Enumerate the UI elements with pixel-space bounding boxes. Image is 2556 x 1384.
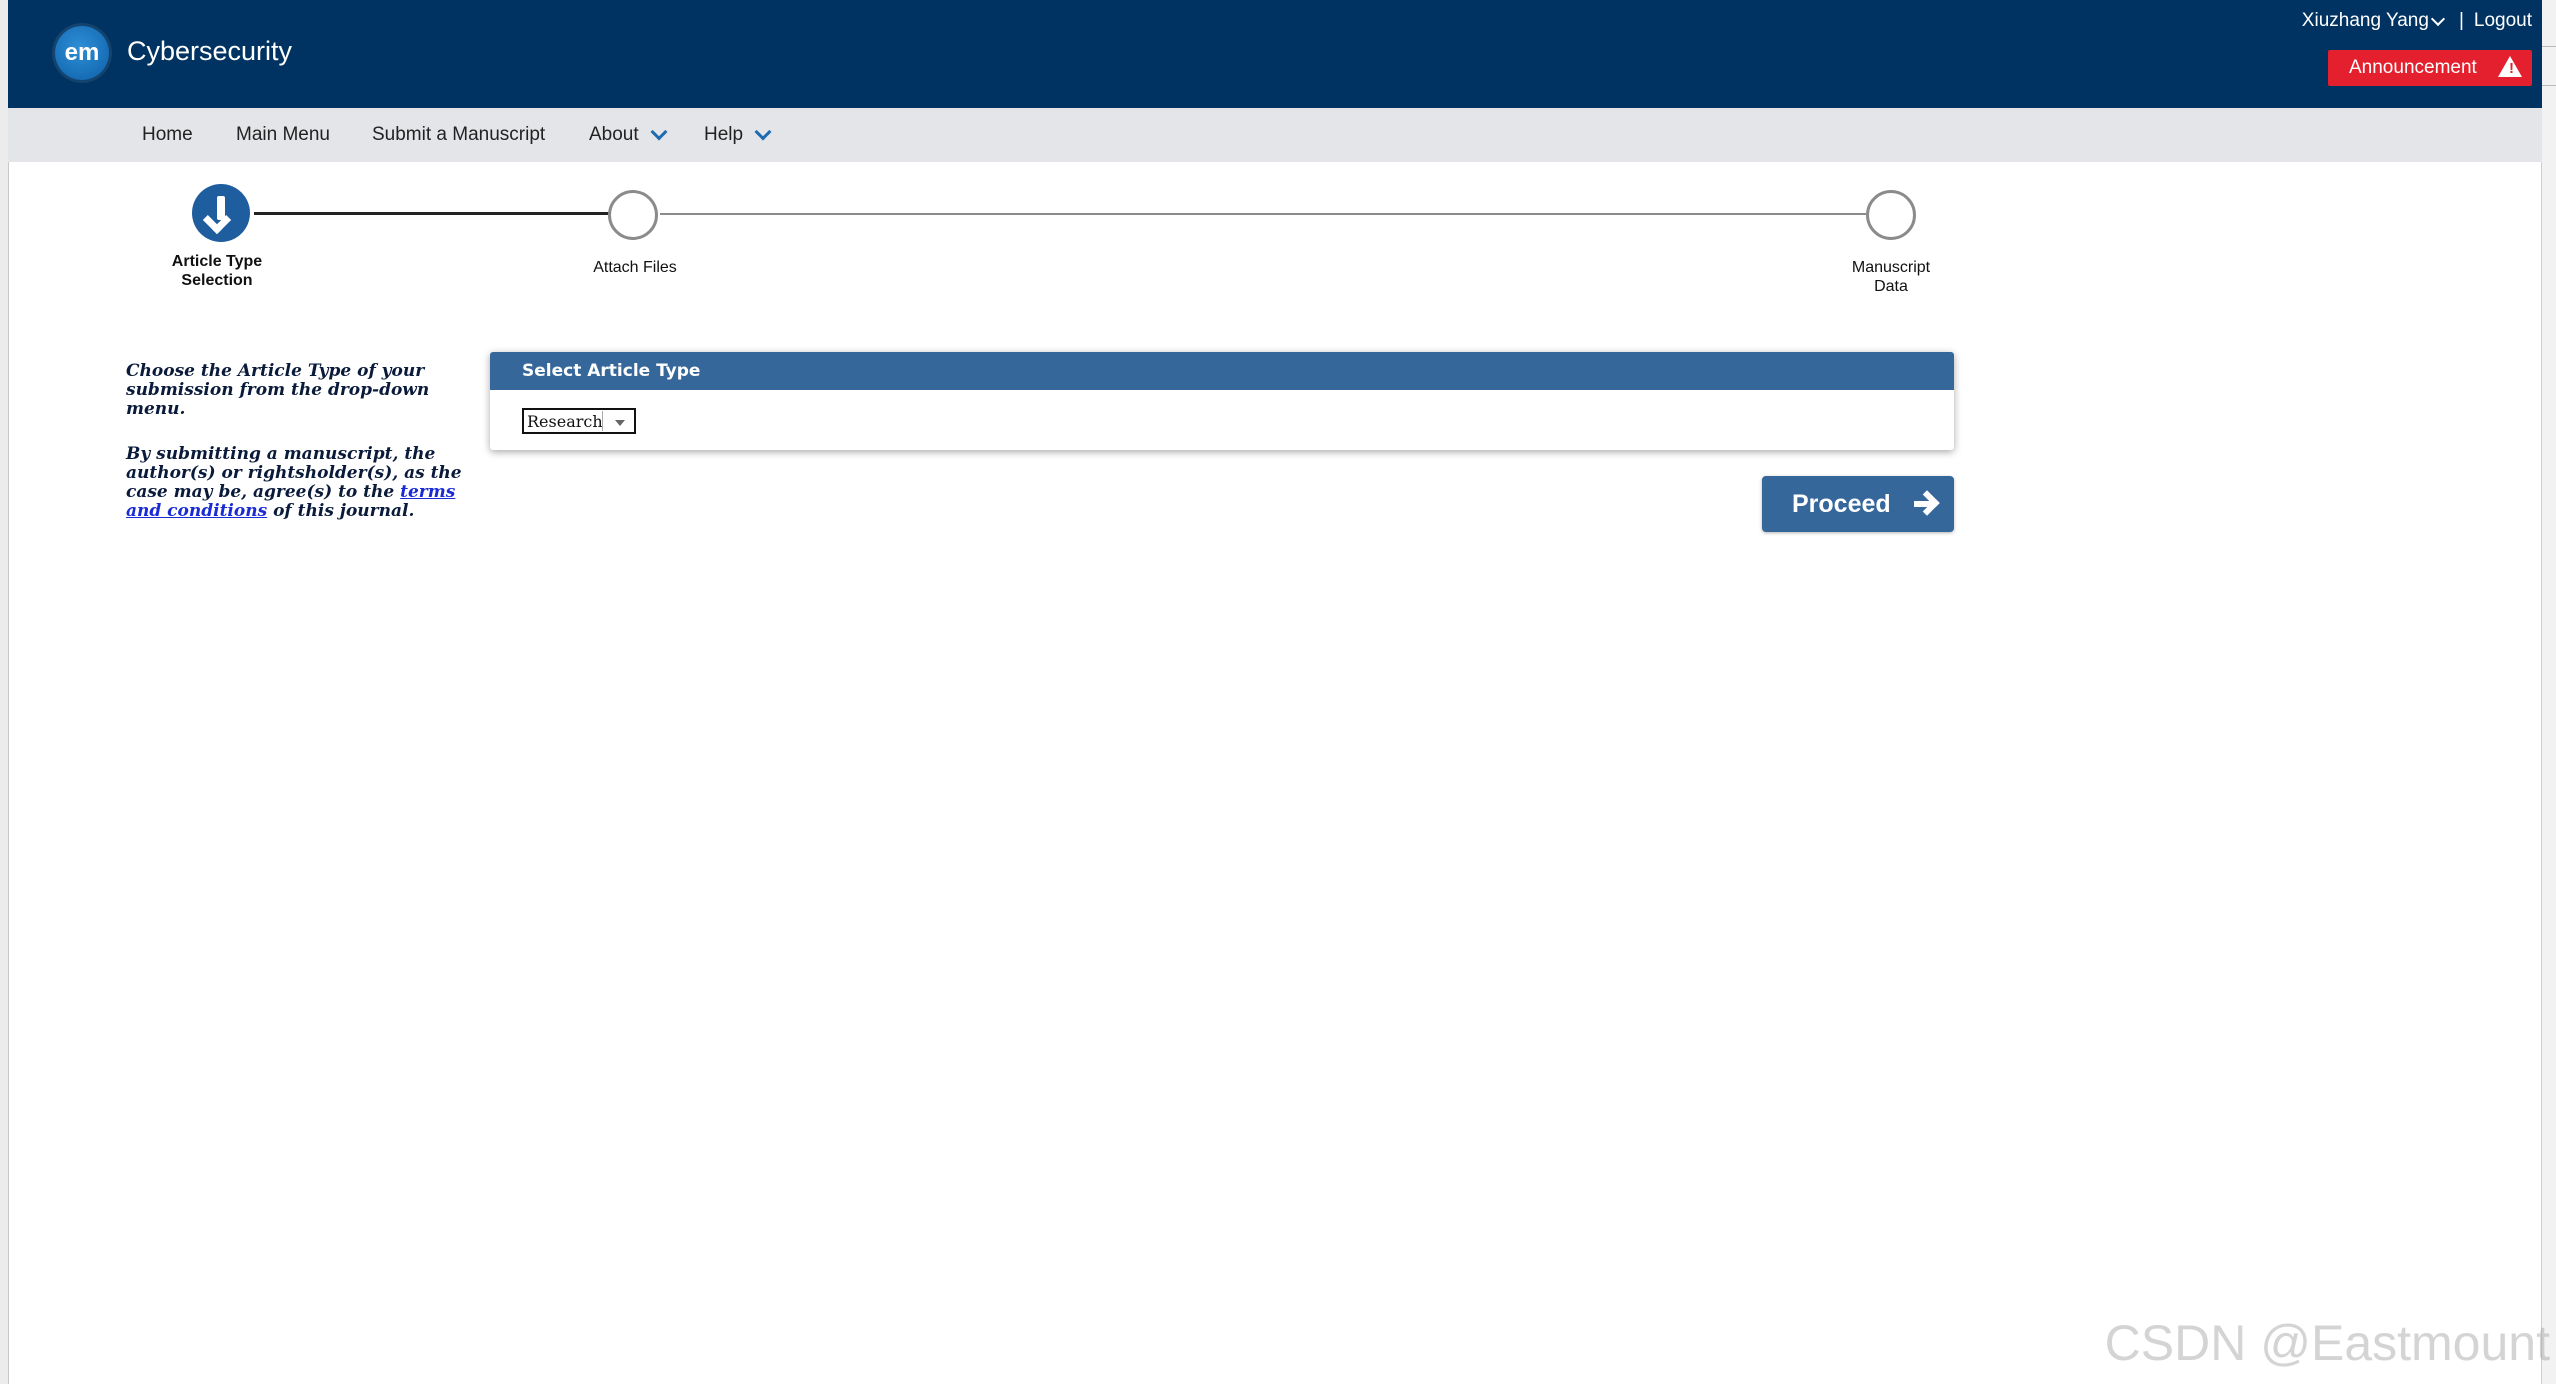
stepper-line-complete (254, 212, 610, 215)
window-scrollbar[interactable] (2541, 0, 2556, 1384)
em-logo-icon[interactable]: em (55, 26, 109, 80)
instructions-terms: By submitting a manuscript, the author(s… (126, 445, 466, 521)
instructions: Choose the Article Type of your submissi… (126, 362, 466, 547)
nav-main-menu[interactable]: Main Menu (236, 124, 330, 146)
nav-help[interactable]: Help (704, 123, 772, 146)
announcement-button[interactable]: Announcement ! (2328, 50, 2532, 86)
nav-help-label: Help (704, 124, 744, 145)
step-label-line: Attach Files (593, 259, 677, 276)
step-attach-files-circle (608, 190, 658, 240)
nav-home-label: Home (142, 124, 193, 145)
step-label-line: Selection (181, 272, 253, 289)
nav-submit-label: Submit a Manuscript (372, 124, 546, 145)
step-label-line: Article Type (171, 253, 263, 270)
app-header: em Cybersecurity Xiuzhang Yang | Logout … (8, 0, 2542, 108)
warning-icon-mark: ! (2509, 60, 2514, 77)
step-label-manuscript-data: Manuscript Data (1816, 258, 1966, 296)
proceed-label: Proceed (1792, 490, 1891, 518)
user-menu[interactable]: Xiuzhang Yang (2302, 10, 2449, 32)
user-area: Xiuzhang Yang | Logout (2302, 10, 2532, 32)
nav-about-label: About (589, 124, 639, 145)
proceed-button[interactable]: Proceed (1762, 476, 1954, 532)
step-label-line: Data (1874, 278, 1908, 295)
logout-link[interactable]: Logout (2474, 10, 2532, 32)
arrow-right-icon (1914, 490, 1940, 516)
announcement-label: Announcement (2349, 57, 2477, 78)
article-type-selected-value: Research (527, 412, 603, 431)
chevron-down-icon (650, 123, 668, 141)
user-name: Xiuzhang Yang (2301, 10, 2429, 31)
watermark: CSDN @Eastmount (2104, 1315, 2550, 1371)
window-left-edge (0, 0, 9, 1384)
journal-title: Cybersecurity (127, 36, 293, 66)
dropdown-arrow-icon (615, 420, 625, 426)
scrollbar-notch (2542, 46, 2556, 86)
arrow-down-icon (202, 205, 232, 235)
nav-home[interactable]: Home (142, 124, 193, 146)
chevron-down-icon (2430, 11, 2446, 27)
terms-suffix: of this journal. (267, 501, 415, 521)
main-nav: Home Main Menu Submit a Manuscript About… (8, 108, 2542, 162)
stepper-line-pending (660, 213, 1866, 215)
select-divider (602, 411, 603, 431)
step-label-attach-files: Attach Files (560, 258, 710, 277)
nav-about[interactable]: About (589, 123, 668, 146)
panel-header: Select Article Type (490, 352, 1954, 390)
step-manuscript-data-circle (1866, 190, 1916, 240)
article-type-select[interactable]: Research (522, 408, 636, 434)
header-separator: | (2458, 10, 2464, 31)
chevron-down-icon (754, 123, 772, 141)
article-type-panel: Select Article Type Research (490, 352, 1954, 450)
step-label-line: Manuscript (1851, 259, 1931, 276)
nav-submit-manuscript[interactable]: Submit a Manuscript (372, 124, 545, 146)
nav-main-menu-label: Main Menu (236, 124, 330, 145)
step-label-article-type: Article Type Selection (146, 252, 288, 290)
panel-title: Select Article Type (522, 361, 701, 381)
step-article-type-icon (192, 184, 250, 242)
instructions-choose: Choose the Article Type of your submissi… (126, 361, 430, 419)
